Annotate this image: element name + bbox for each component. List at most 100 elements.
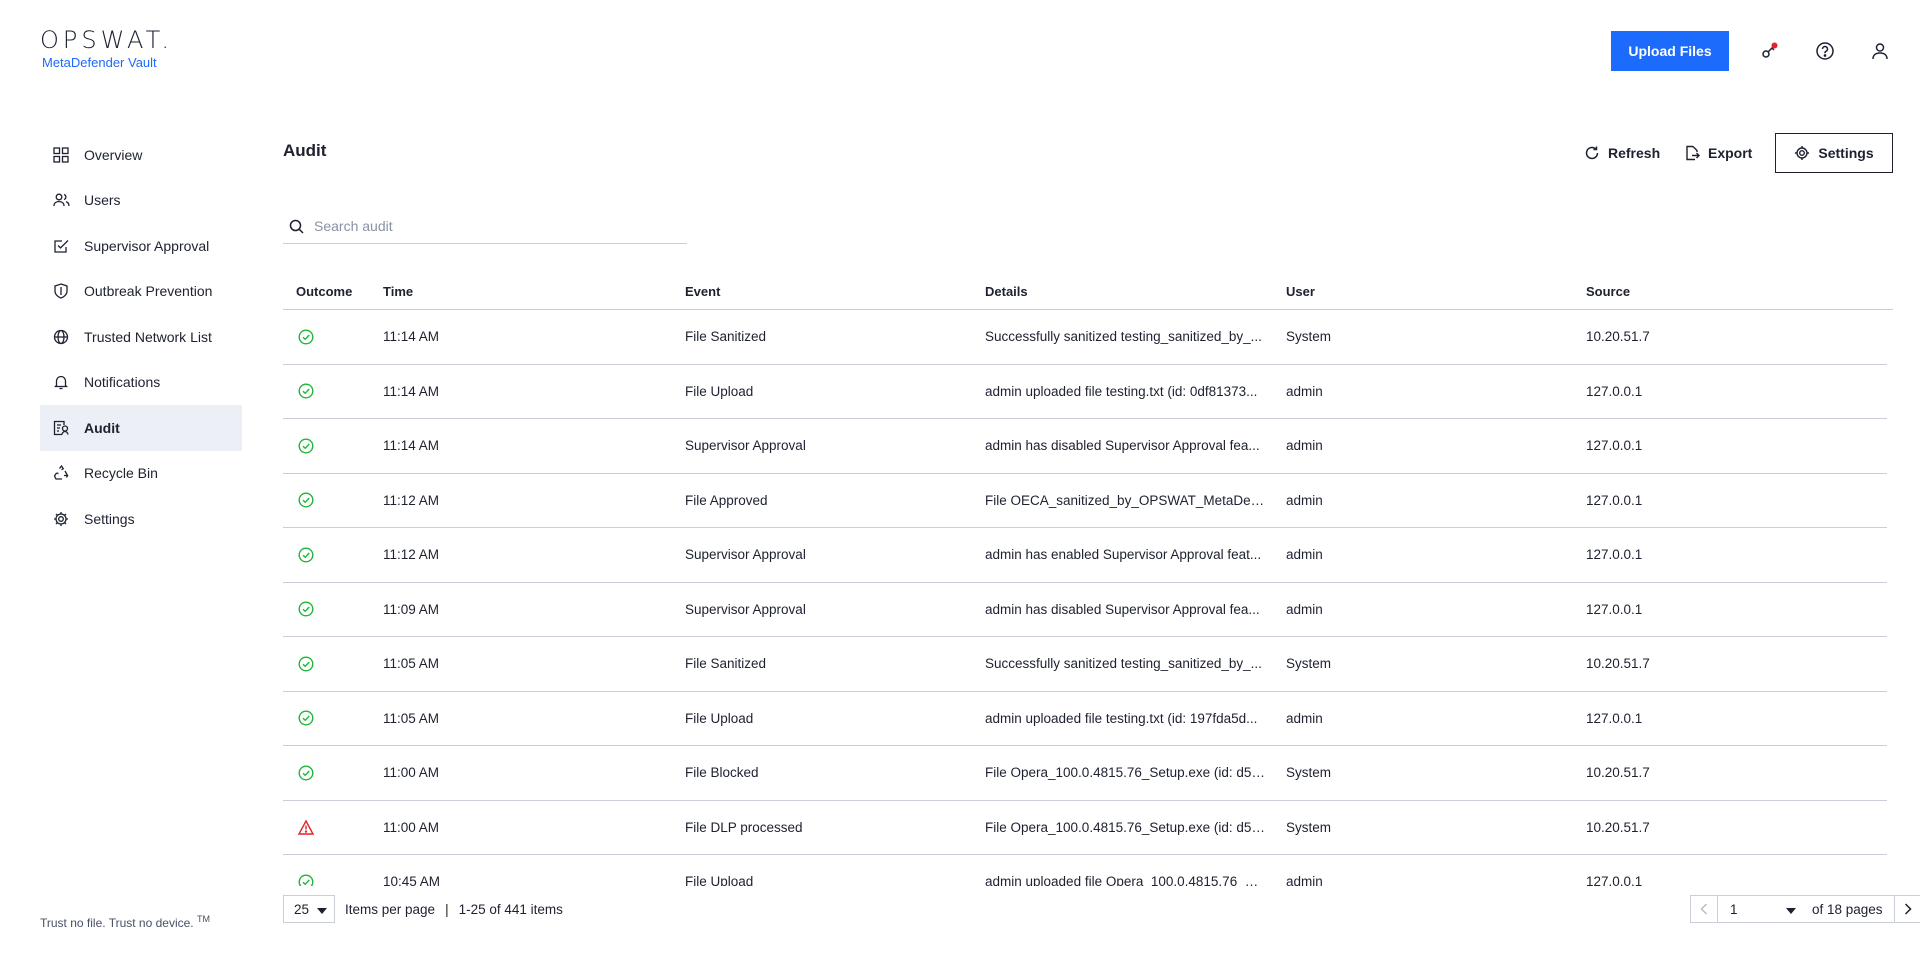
time-cell: 10:45 AM <box>383 874 441 886</box>
trademark-mark: TM <box>196 914 210 924</box>
table-row[interactable]: 11:00 AM File Blocked File Opera_100.0.481… <box>283 746 1887 801</box>
time-cell: 11:12 AM <box>383 492 440 508</box>
sidebar-nav: Overview Users Supervisor Approval Outbr… <box>40 132 242 542</box>
outcome-cell <box>283 438 383 454</box>
warning-icon <box>296 819 383 835</box>
pagination-summary: 25 Items per page | 1-25 of 441 items <box>283 895 563 923</box>
sidebar-item-supervisor-approval[interactable]: Supervisor Approval <box>40 223 242 269</box>
key-notification-icon[interactable] <box>1756 38 1782 64</box>
time-cell: 11:14 AM <box>383 383 440 399</box>
user-cell: System <box>1286 656 1332 672</box>
success-check-icon <box>296 874 383 886</box>
search-input[interactable] <box>314 218 674 234</box>
sidebar-item-notifications[interactable]: Notifications <box>40 360 242 406</box>
column-header-user[interactable]: User <box>1286 284 1586 299</box>
source-cell: 10.20.51.7 <box>1586 329 1650 345</box>
time-cell: 11:05 AM <box>383 656 440 672</box>
sidebar-item-trusted-network-list[interactable]: Trusted Network List <box>40 314 242 360</box>
user-cell: admin <box>1286 492 1323 508</box>
details-cell: admin has disabled Supervisor Approval f… <box>985 438 1260 454</box>
event-cell: File Blocked <box>685 765 759 781</box>
sidebar-item-label: Outbreak Prevention <box>84 283 213 300</box>
details-cell: admin has disabled Supervisor Approval f… <box>985 601 1260 617</box>
source-cell: 127.0.0.1 <box>1586 710 1643 726</box>
table-row[interactable]: 11:14 AM File Sanitized Successfully sanit… <box>283 310 1887 365</box>
table-row[interactable]: 11:14 AM Supervisor Approval admin has dis… <box>283 419 1887 474</box>
page-select[interactable]: 1 <box>1718 895 1806 923</box>
details-cell: admin uploaded file testing.txt (id: 197… <box>985 710 1258 726</box>
source-cell: 10.20.51.7 <box>1586 765 1650 781</box>
outcome-cell <box>283 383 383 399</box>
table-row[interactable]: 11:05 AM File Upload admin uploaded file t… <box>283 692 1887 746</box>
table-header: Outcome Time Event Details User Source <box>283 274 1893 310</box>
event-cell: File Approved <box>685 492 768 508</box>
outcome-cell <box>283 819 383 835</box>
outcome-cell <box>283 329 383 345</box>
time-cell: 11:12 AM <box>383 547 440 563</box>
details-cell: Successfully sanitized testing_sanitized… <box>985 656 1262 672</box>
event-cell: File DLP processed <box>685 819 803 835</box>
source-cell: 127.0.0.1 <box>1586 601 1643 617</box>
outcome-cell <box>283 492 383 508</box>
page-title: Audit <box>283 141 327 160</box>
chevron-down-icon <box>1786 902 1796 917</box>
outcome-cell <box>283 656 383 672</box>
sidebar-item-label: Settings <box>84 510 135 527</box>
column-header-source[interactable]: Source <box>1586 284 1893 299</box>
event-cell: Supervisor Approval <box>685 547 806 563</box>
shield-icon <box>52 282 70 300</box>
column-header-time[interactable]: Time <box>383 284 685 299</box>
table-row[interactable]: 11:12 AM File Approved File OECA_sanitized… <box>283 474 1887 528</box>
table-row[interactable]: 11:09 AM Supervisor Approval admin has dis… <box>283 583 1887 637</box>
column-header-details[interactable]: Details <box>985 284 1286 299</box>
chevron-left-icon <box>1700 903 1708 915</box>
logo-wordmark: OPSWAT. <box>40 26 174 54</box>
sidebar-item-settings[interactable]: Settings <box>40 496 242 542</box>
refresh-icon <box>1584 145 1600 161</box>
details-cell: admin uploaded file testing.txt (id: 0df… <box>985 383 1258 399</box>
help-icon[interactable] <box>1812 38 1838 64</box>
time-cell: 11:09 AM <box>383 601 440 617</box>
refresh-button[interactable]: Refresh <box>1584 133 1660 173</box>
table-row[interactable]: 11:14 AM File Upload admin uploaded file t… <box>283 365 1887 419</box>
brand-logo[interactable]: OPSWAT. MetaDefender Vault <box>40 26 173 70</box>
time-cell: 11:05 AM <box>383 710 440 726</box>
sidebar-item-overview[interactable]: Overview <box>40 132 242 178</box>
export-button[interactable]: Export <box>1684 133 1752 173</box>
event-cell: File Sanitized <box>685 329 767 345</box>
grid-icon <box>52 146 70 164</box>
sidebar-item-label: Recycle Bin <box>84 465 158 482</box>
audit-settings-button[interactable]: Settings <box>1775 133 1893 173</box>
outcome-cell <box>283 601 383 617</box>
user-cell: System <box>1286 819 1332 835</box>
footer-tagline: Trust no file. Trust no device. TM <box>40 914 210 930</box>
approval-icon <box>52 237 70 255</box>
outcome-cell <box>283 710 383 726</box>
table-row[interactable]: 11:12 AM Supervisor Approval admin has ena… <box>283 528 1887 583</box>
audit-table: Outcome Time Event Details User Source 1… <box>283 274 1893 886</box>
user-cell: admin <box>1286 438 1323 454</box>
table-row[interactable]: 11:05 AM File Sanitized Successfully sanit… <box>283 637 1887 692</box>
user-cell: admin <box>1286 601 1323 617</box>
source-cell: 127.0.0.1 <box>1586 874 1643 886</box>
table-row[interactable]: 10:45 AM File Upload admin uploaded file O… <box>283 855 1887 886</box>
column-header-outcome[interactable]: Outcome <box>283 284 383 299</box>
items-per-page-select[interactable]: 25 <box>283 895 335 923</box>
column-header-event[interactable]: Event <box>685 284 985 299</box>
table-row[interactable]: 11:00 AM File DLP processed File Opera_100… <box>283 801 1887 855</box>
user-icon[interactable] <box>1867 38 1893 64</box>
current-page: 1 <box>1730 901 1738 917</box>
next-page-button[interactable] <box>1894 895 1920 923</box>
sidebar-item-recycle-bin[interactable]: Recycle Bin <box>40 451 242 497</box>
success-check-icon <box>296 438 383 454</box>
sidebar-item-audit[interactable]: Audit <box>40 405 242 451</box>
success-check-icon <box>296 656 383 672</box>
search-bar <box>283 209 687 244</box>
export-icon <box>1684 145 1700 161</box>
source-cell: 10.20.51.7 <box>1586 819 1650 835</box>
sidebar-item-outbreak-prevention[interactable]: Outbreak Prevention <box>40 269 242 315</box>
prev-page-button[interactable] <box>1690 895 1718 923</box>
upload-files-button[interactable]: Upload Files <box>1611 31 1729 71</box>
user-cell: admin <box>1286 874 1323 886</box>
sidebar-item-users[interactable]: Users <box>40 178 242 224</box>
